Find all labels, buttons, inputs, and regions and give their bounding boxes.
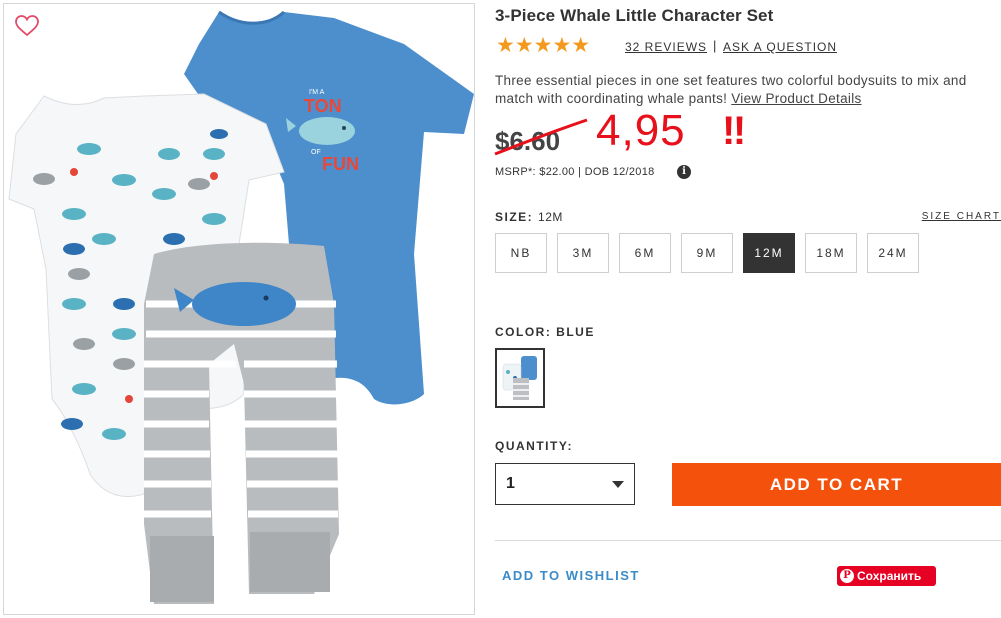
color-swatch-blue[interactable] bbox=[495, 348, 545, 408]
size-selected-value: 12M bbox=[538, 210, 563, 224]
msrp-text: MSRP*: $22.00 | DOB 12/2018 bbox=[495, 166, 655, 178]
size-option-nb[interactable]: NB bbox=[495, 233, 547, 273]
chevron-down-icon bbox=[612, 481, 624, 488]
print-line-1: I'M A bbox=[309, 89, 325, 96]
favorite-heart-icon[interactable] bbox=[14, 14, 40, 38]
divider bbox=[495, 540, 1001, 541]
rating-stars: ★★★★★ bbox=[496, 34, 591, 57]
size-option-9m[interactable]: 9M bbox=[681, 233, 733, 273]
reviews-link[interactable]: 32 REVIEWS bbox=[625, 40, 707, 54]
product-title: 3-Piece Whale Little Character Set bbox=[495, 6, 774, 25]
price-exclamation: ‼ bbox=[722, 109, 747, 153]
quantity-value: 1 bbox=[506, 475, 515, 492]
color-label: COLOR: BLUE bbox=[495, 325, 595, 339]
size-option-12m[interactable]: 12M bbox=[743, 233, 795, 273]
new-price: 4,95 bbox=[596, 106, 686, 155]
print-line-2: TON bbox=[304, 96, 342, 116]
size-option-6m[interactable]: 6M bbox=[619, 233, 671, 273]
pinterest-save-label: Сохранить bbox=[857, 569, 922, 583]
add-to-wishlist-link[interactable]: ADD TO WISHLIST bbox=[502, 568, 640, 583]
price-strikethrough bbox=[494, 118, 588, 156]
ask-question-link[interactable]: ASK A QUESTION bbox=[723, 40, 837, 54]
link-separator: | bbox=[713, 38, 717, 53]
product-description: Three essential pieces in one set featur… bbox=[495, 72, 995, 108]
print-line-3: OF bbox=[311, 149, 321, 156]
product-image-panel: I'M A TON OF FUN bbox=[3, 3, 475, 615]
quantity-select[interactable]: 1 bbox=[495, 463, 635, 505]
quantity-label: QUANTITY: bbox=[495, 439, 573, 453]
size-chart-link[interactable]: SIZE CHART bbox=[911, 211, 1001, 222]
add-to-cart-button[interactable]: ADD TO CART bbox=[672, 463, 1001, 506]
size-label-text: SIZE: bbox=[495, 210, 534, 224]
view-product-details-link[interactable]: View Product Details bbox=[731, 91, 861, 106]
size-label: SIZE: 12M bbox=[495, 210, 563, 224]
print-line-4: FUN bbox=[322, 154, 359, 174]
info-icon[interactable]: i bbox=[677, 165, 691, 179]
size-option-24m[interactable]: 24M bbox=[867, 233, 919, 273]
product-image: I'M A TON OF FUN bbox=[8, 10, 474, 604]
pinterest-icon: P bbox=[840, 569, 854, 583]
size-option-18m[interactable]: 18M bbox=[805, 233, 857, 273]
pinterest-save-button[interactable]: P Сохранить bbox=[837, 566, 936, 586]
size-option-3m[interactable]: 3M bbox=[557, 233, 609, 273]
